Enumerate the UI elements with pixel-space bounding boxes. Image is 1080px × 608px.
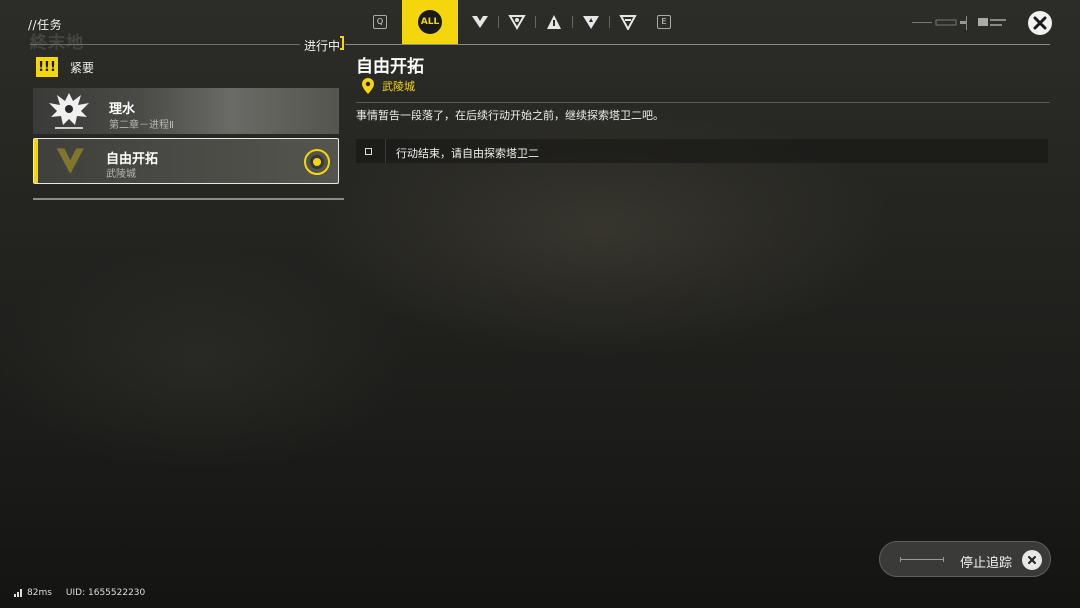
objective-divider	[385, 139, 386, 163]
daily-icon	[619, 15, 637, 30]
signal-icon	[14, 589, 22, 597]
background-logo-text: 終末地	[30, 33, 84, 53]
objective-text: 行动结束，请自由探索塔卫二	[396, 147, 539, 160]
tab-main-quest[interactable]	[462, 0, 498, 44]
tabs-underline	[345, 44, 1050, 45]
tab-exploration[interactable]	[536, 0, 572, 44]
tracking-indicator[interactable]	[304, 149, 330, 175]
quest-subtitle: 武陵城	[106, 169, 136, 180]
objective-row: 行动结束，请自由探索塔卫二	[356, 139, 1048, 163]
urgent-group-label: 紧要	[70, 60, 95, 75]
status-label: 进行中	[304, 39, 341, 53]
objective-checkbox-icon	[365, 148, 372, 155]
urgent-group-header: !!! 紧要	[36, 57, 94, 77]
exploration-icon	[547, 15, 561, 29]
close-icon	[1033, 16, 1047, 30]
hud-decoration-icon	[912, 16, 1006, 30]
quest-subtitle: 第二章－进程Ⅱ	[109, 120, 174, 131]
quest-detail-title: 自由开拓	[356, 57, 424, 77]
main-quest-icon	[472, 16, 488, 28]
uid-label: UID: 1655522230	[65, 588, 146, 598]
next-tab-key[interactable]: E	[646, 0, 682, 44]
tab-side-quest[interactable]	[499, 0, 535, 44]
footer: 82ms UID: 1655522230	[14, 588, 145, 598]
ping-value: 82ms	[27, 588, 52, 598]
stop-tracking-button[interactable]: 停止追踪	[879, 541, 1051, 577]
stop-tracking-label: 停止追踪	[960, 556, 1013, 571]
quest-description: 事情暂告一段落了，在后续行动开始之前，继续探索塔卫二吧。	[356, 109, 664, 122]
selected-accent	[34, 139, 38, 183]
quest-item-lishui[interactable]: 理水 第二章－进程Ⅱ	[33, 88, 339, 134]
location-label: 武陵城	[382, 80, 415, 93]
quest-item-free-exploration[interactable]: 自由开拓 武陵城	[33, 138, 339, 184]
detail-divider	[356, 102, 1050, 103]
location-pin-icon	[362, 78, 374, 94]
tab-all[interactable]: ALL	[402, 0, 458, 44]
side-quest-icon	[508, 15, 526, 30]
quest-name: 理水	[109, 102, 136, 117]
status-bracket-decoration	[340, 36, 344, 50]
header-divider	[30, 44, 300, 45]
tab-event[interactable]	[573, 0, 609, 44]
q-key-icon: Q	[373, 15, 387, 29]
category-tabs: Q ALL E	[362, 0, 682, 44]
tab-daily[interactable]	[610, 0, 646, 44]
urgent-icon: !!!	[36, 57, 58, 77]
stop-tracking-close-icon	[1022, 550, 1042, 570]
dragon-emblem-icon	[49, 93, 89, 129]
quest-list: 理水 第二章－进程Ⅱ 自由开拓 武陵城	[33, 86, 344, 200]
event-icon	[583, 16, 599, 29]
all-badge: ALL	[418, 10, 442, 34]
tracking-target-icon	[313, 158, 321, 166]
quest-location: 武陵城	[362, 78, 415, 94]
top-bar: //任务 終末地 进行中 Q ALL E	[0, 0, 1080, 53]
quest-type-icon	[56, 148, 84, 174]
stop-tracking-decoration	[900, 557, 944, 562]
prev-tab-key[interactable]: Q	[362, 0, 398, 44]
e-key-icon: E	[657, 15, 671, 29]
close-button[interactable]	[1028, 11, 1052, 35]
